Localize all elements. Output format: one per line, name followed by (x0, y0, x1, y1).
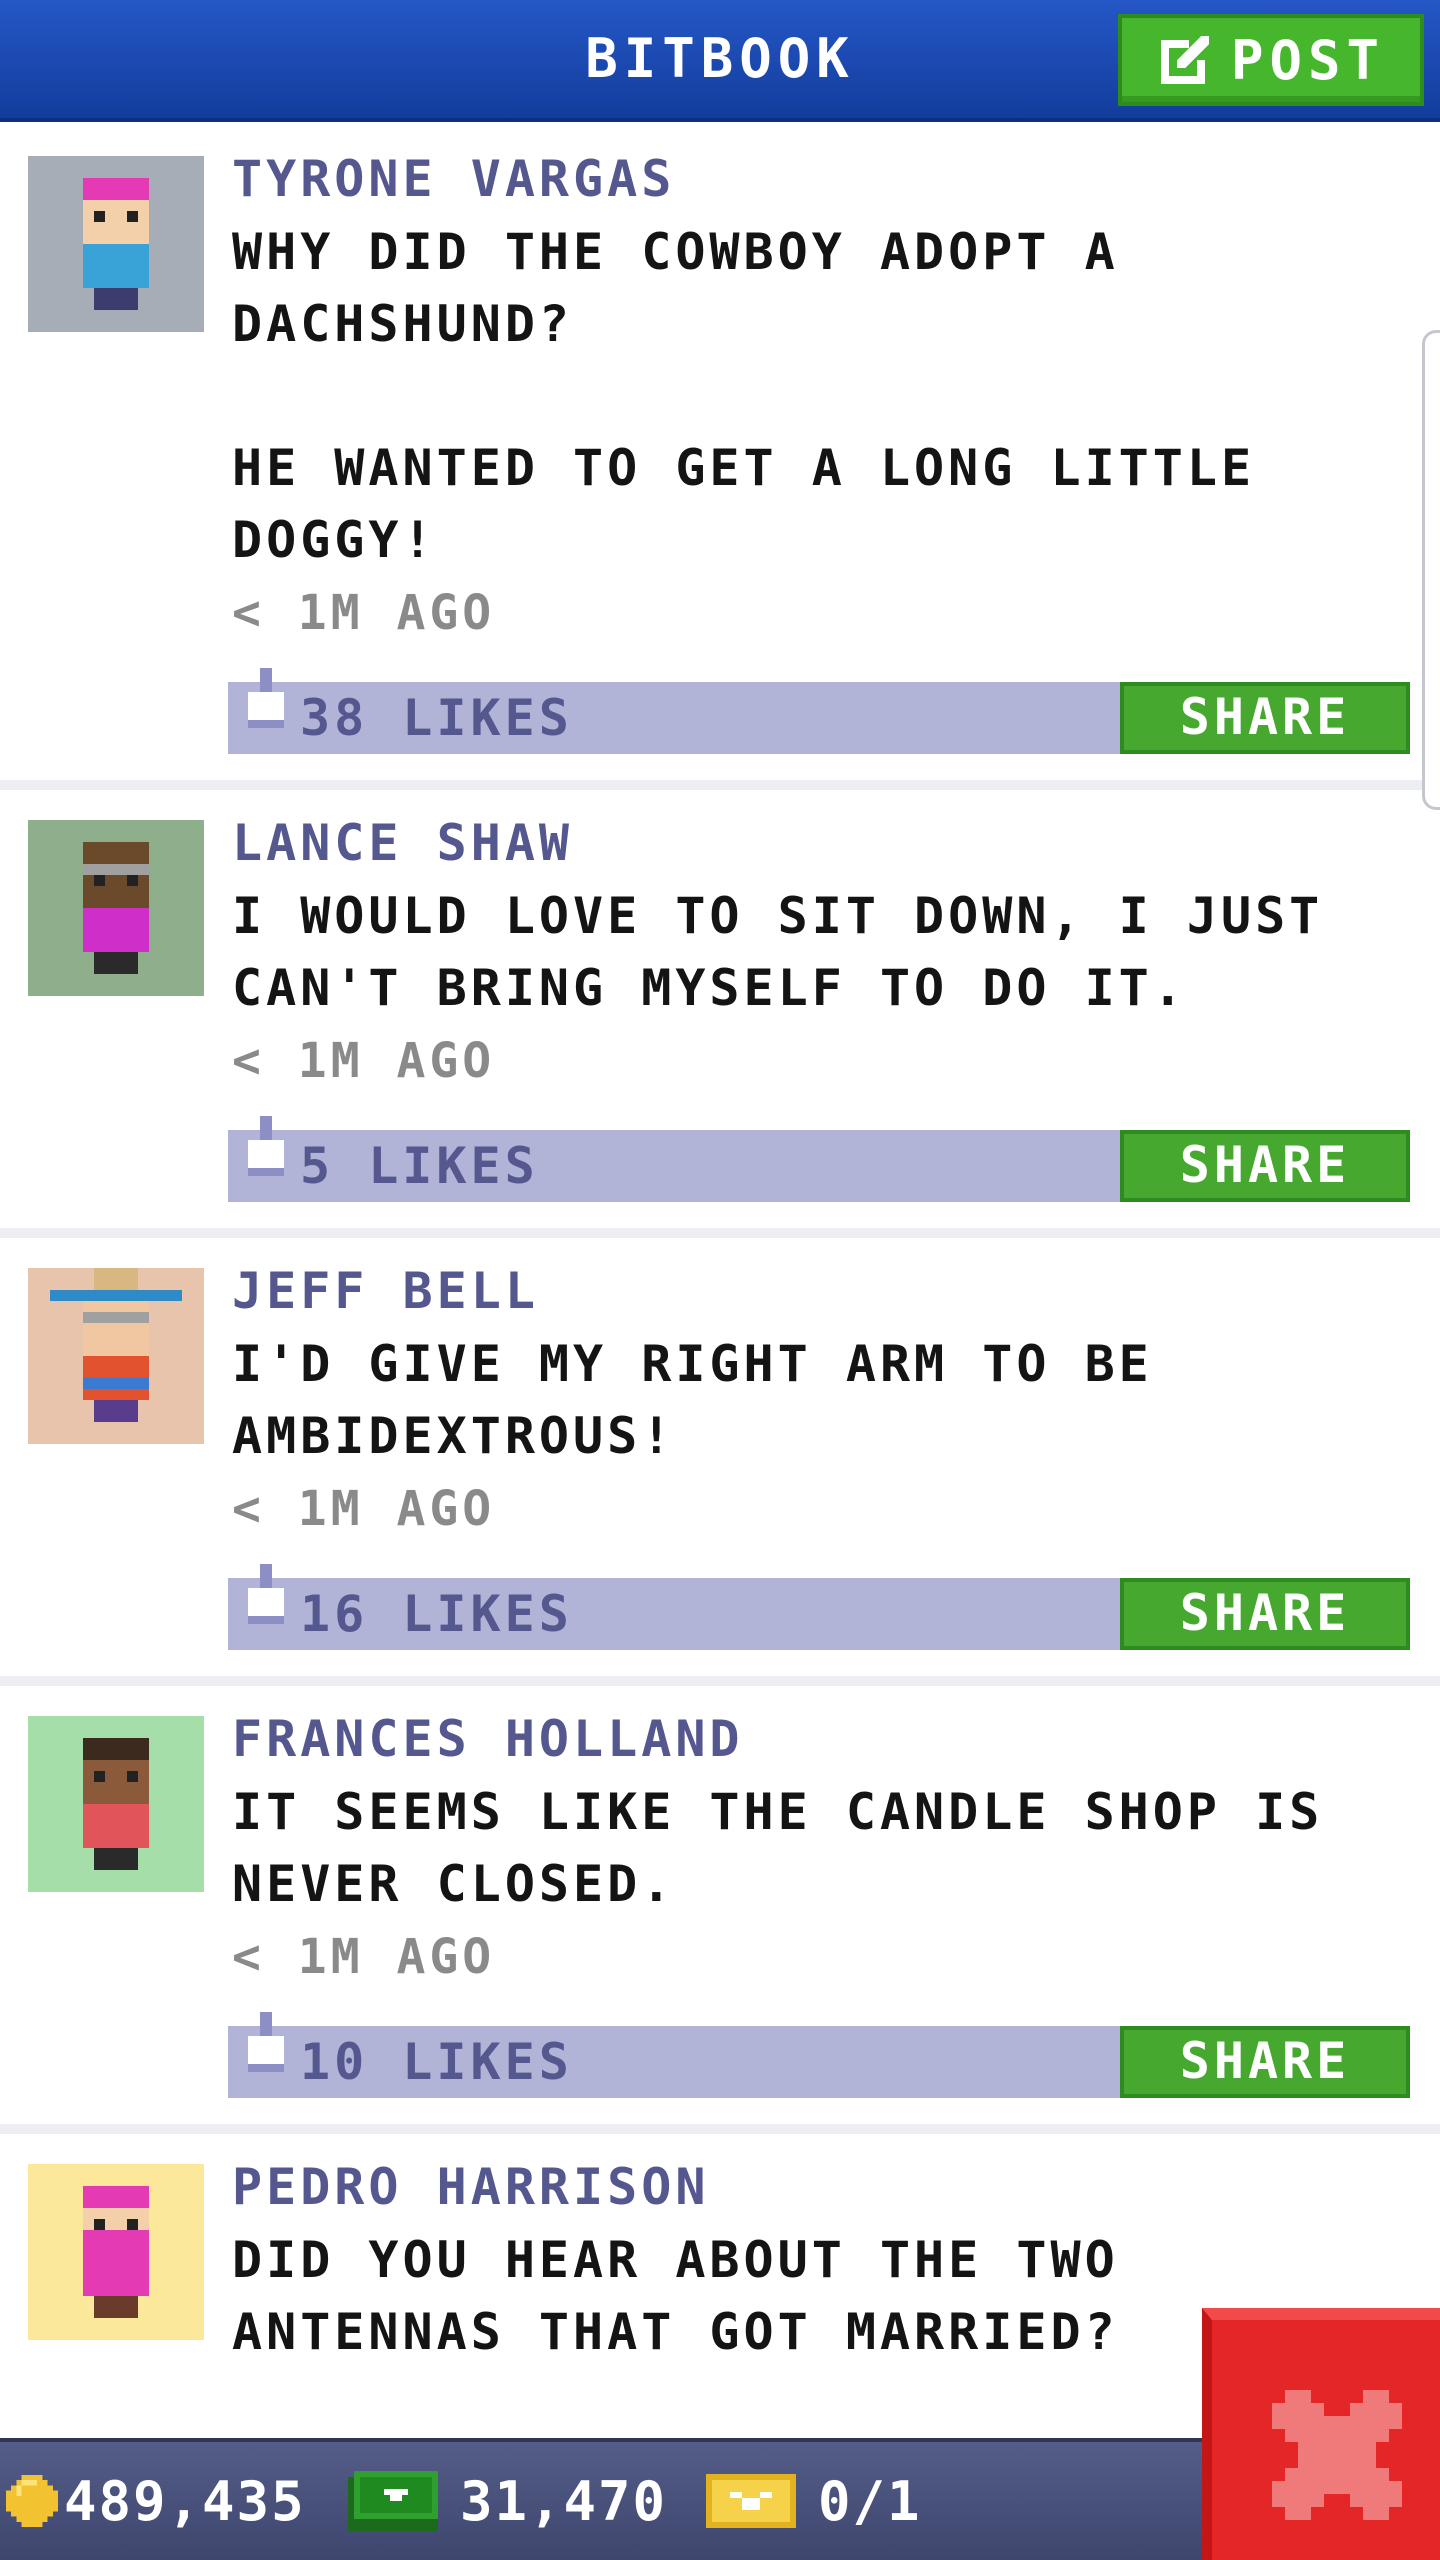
avatar-image (28, 820, 204, 996)
post-author[interactable]: TYRONE VARGAS (232, 146, 1410, 212)
post-body: LANCE SHAW I WOULD LOVE TO SIT DOWN, I J… (228, 790, 1440, 1202)
post-time: < 1M AGO (232, 1481, 496, 1537)
avatar-image (28, 2164, 204, 2340)
feed-post: TYRONE VARGAS WHY DID THE COWBOY ADOPT A… (0, 126, 1440, 754)
coins-stat: 489,435 (6, 2442, 306, 2560)
post-author[interactable]: PEDRO HARRISON (232, 2154, 1410, 2220)
header-bar: BITBOOK POST (0, 0, 1440, 122)
tickets-value: 0/1 (818, 2469, 922, 2533)
post-author[interactable]: LANCE SHAW (232, 810, 1410, 876)
post-body: TYRONE VARGAS WHY DID THE COWBOY ADOPT A… (228, 126, 1440, 754)
like-button[interactable]: 5 LIKES (228, 1116, 539, 1202)
like-bar: 5 LIKES SHARE (228, 1116, 1410, 1202)
like-count: 16 LIKES (300, 1585, 573, 1643)
post-author[interactable]: JEFF BELL (232, 1258, 1410, 1324)
like-count: 5 LIKES (300, 1137, 539, 1195)
post-time: < 1M AGO (232, 1033, 496, 1089)
share-button[interactable]: SHARE (1120, 682, 1410, 754)
avatar-image (28, 1716, 204, 1892)
close-icon (1272, 2390, 1402, 2520)
feed-post: LANCE SHAW I WOULD LOVE TO SIT DOWN, I J… (0, 780, 1440, 1202)
avatar[interactable] (28, 156, 204, 332)
avatar[interactable] (28, 2164, 204, 2340)
avatar[interactable] (28, 1716, 204, 1892)
coin-icon (6, 2475, 58, 2527)
post-message: WHY DID THE COWBOY ADOPT A DACHSHUND? HE… (232, 223, 1256, 569)
thumbs-up-icon (248, 1116, 284, 1176)
post-body: FRANCES HOLLAND IT SEEMS LIKE THE CANDLE… (228, 1686, 1440, 2098)
edit-icon (1160, 36, 1209, 84)
post-time: < 1M AGO (232, 1929, 496, 1985)
bux-stat: 31,470 (348, 2442, 667, 2560)
post-message: I'D GIVE MY RIGHT ARM TO BE AMBIDEXTROUS… (232, 1335, 1153, 1465)
avatar[interactable] (28, 820, 204, 996)
post-button-label: POST (1230, 28, 1386, 92)
share-button[interactable]: SHARE (1120, 2026, 1410, 2098)
avatar-image (28, 1268, 204, 1444)
ticket-icon (706, 2474, 796, 2528)
like-count: 10 LIKES (300, 2033, 573, 2091)
like-bar: 10 LIKES SHARE (228, 2012, 1410, 2098)
avatar[interactable] (28, 1268, 204, 1444)
post-message: IT SEEMS LIKE THE CANDLE SHOP IS NEVER C… (232, 1783, 1324, 1913)
feed-post: FRANCES HOLLAND IT SEEMS LIKE THE CANDLE… (0, 1676, 1440, 2098)
share-button[interactable]: SHARE (1120, 1578, 1410, 1650)
share-button[interactable]: SHARE (1120, 1130, 1410, 1202)
like-button[interactable]: 38 LIKES (228, 668, 573, 754)
avatar-image (28, 156, 204, 332)
thumbs-up-icon (248, 1564, 284, 1624)
like-button[interactable]: 16 LIKES (228, 1564, 573, 1650)
post-button[interactable]: POST (1118, 14, 1424, 106)
like-button[interactable]: 10 LIKES (228, 2012, 573, 2098)
post-message: I WOULD LOVE TO SIT DOWN, I JUST CAN'T B… (232, 887, 1324, 1017)
coins-value: 489,435 (64, 2469, 306, 2533)
like-bar: 38 LIKES SHARE (228, 668, 1410, 754)
tickets-stat: 0/1 (706, 2442, 922, 2560)
thumbs-up-icon (248, 668, 284, 728)
close-button[interactable] (1202, 2308, 1440, 2560)
like-count: 38 LIKES (300, 689, 573, 747)
post-body: JEFF BELL I'D GIVE MY RIGHT ARM TO BE AM… (228, 1238, 1440, 1650)
scrollbar-thumb[interactable] (1422, 330, 1440, 810)
post-time: < 1M AGO (232, 585, 496, 641)
bux-icon (348, 2471, 438, 2531)
post-author[interactable]: FRANCES HOLLAND (232, 1706, 1410, 1772)
feed-post: JEFF BELL I'D GIVE MY RIGHT ARM TO BE AM… (0, 1228, 1440, 1650)
thumbs-up-icon (248, 2012, 284, 2072)
feed-list[interactable]: TYRONE VARGAS WHY DID THE COWBOY ADOPT A… (0, 126, 1440, 2512)
like-bar: 16 LIKES SHARE (228, 1564, 1410, 1650)
bux-value: 31,470 (460, 2469, 668, 2533)
